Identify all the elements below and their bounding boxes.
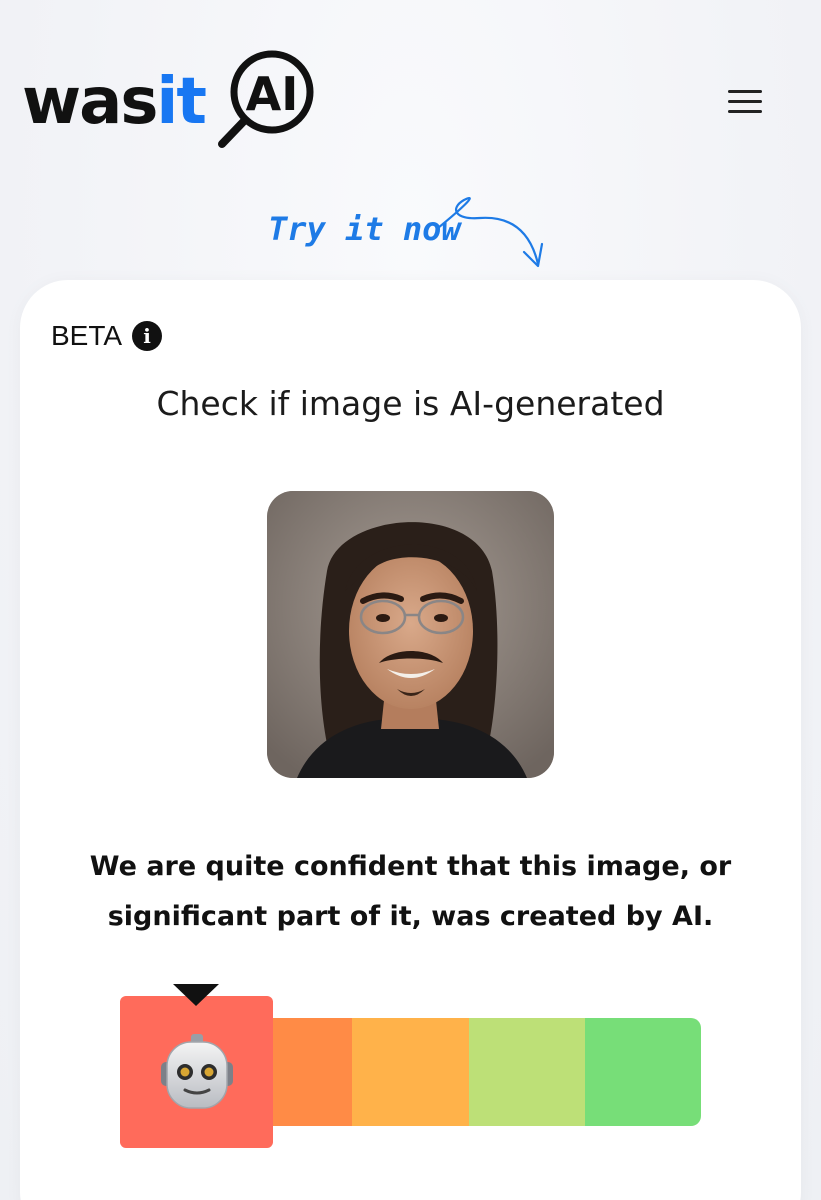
logo-text-highlight: it xyxy=(156,65,207,139)
brand-logo[interactable]: wasit AI xyxy=(22,44,314,148)
meter-selected-segment xyxy=(120,996,273,1148)
robot-icon xyxy=(160,1034,233,1109)
curved-arrow-icon xyxy=(436,197,544,268)
detector-card: BETA i Check if image is AI-generated We… xyxy=(20,280,801,1200)
meter-pointer-icon xyxy=(173,984,219,1006)
meter-segment-4 xyxy=(468,1018,585,1126)
uploaded-photo[interactable] xyxy=(267,491,554,778)
verdict-line-2: significant part of it, was created by A… xyxy=(107,901,714,932)
info-icon[interactable]: i xyxy=(132,321,163,351)
menu-bar-middle xyxy=(728,100,762,103)
verdict-line-1: We are quite confident that this image, … xyxy=(89,851,732,882)
logo-text-accent: AI xyxy=(246,67,299,121)
beta-label: BETA xyxy=(51,320,123,351)
page: wasit AI Try it now BETA i Check if imag… xyxy=(0,0,821,1200)
beta-badge: BETA i xyxy=(51,320,163,352)
logo-wordmark: wasit xyxy=(22,62,207,142)
portrait-image xyxy=(267,491,554,778)
verdict-text: We are quite confident that this image, … xyxy=(20,842,801,942)
menu-bar-bottom xyxy=(728,110,762,113)
meter-segment-5 xyxy=(584,1018,701,1126)
logo-text-main: wasit xyxy=(22,65,207,139)
menu-bar-top xyxy=(728,90,762,93)
card-title: Check if image is AI-generated xyxy=(156,384,665,423)
hamburger-menu-icon[interactable] xyxy=(722,84,768,118)
meter-segment-3 xyxy=(352,1018,469,1126)
magnifier-logo-icon: AI xyxy=(218,50,314,148)
